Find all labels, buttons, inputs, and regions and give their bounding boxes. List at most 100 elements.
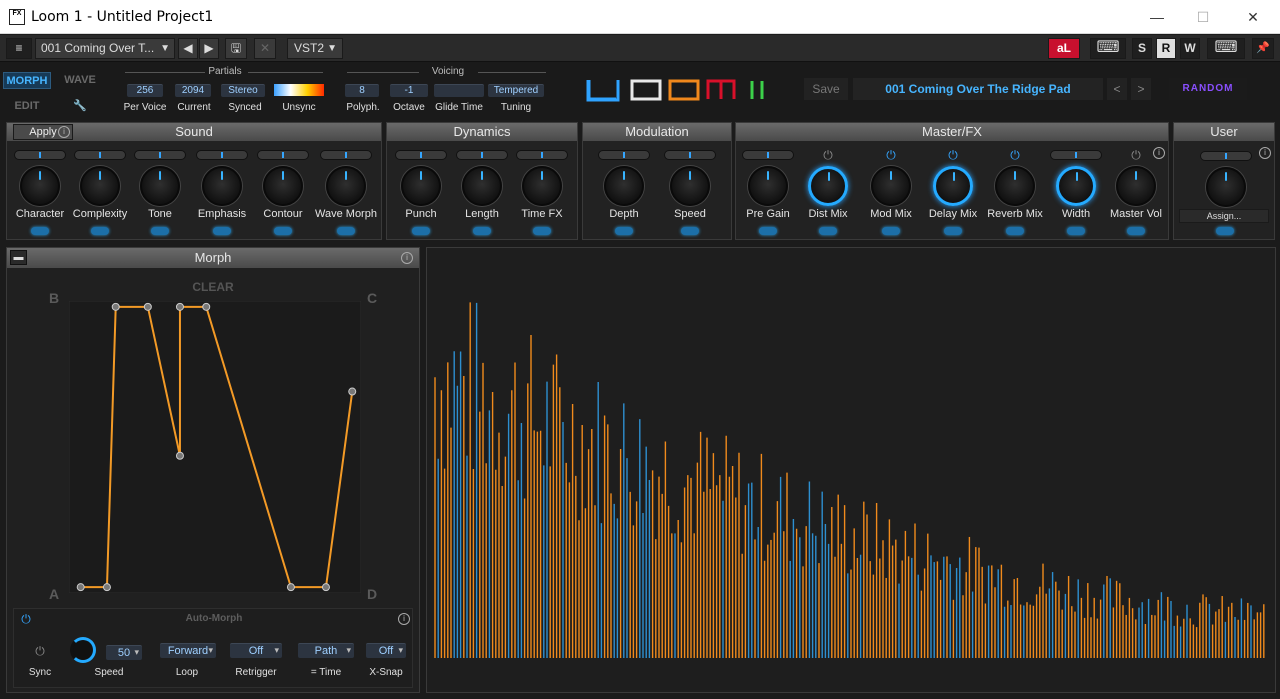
delay-mix-power-icon[interactable]: ⏻ <box>947 149 959 161</box>
dist-mix-knob[interactable] <box>808 166 848 206</box>
polyphony-field[interactable]: 8 <box>345 84 379 97</box>
reverb-mix-mod-led[interactable] <box>1006 227 1024 235</box>
format-select[interactable]: VST2 ▼ <box>287 38 343 59</box>
width-mod-led[interactable] <box>1067 227 1085 235</box>
complexity-slider[interactable] <box>74 150 126 160</box>
width-slider[interactable] <box>1050 150 1102 160</box>
loop-select[interactable]: Forward <box>160 643 216 658</box>
preset-name-display[interactable]: 001 Coming Over The Ridge Pad <box>852 77 1104 101</box>
close-button[interactable]: ✕ <box>1230 0 1276 34</box>
sync-power-icon[interactable]: ⏻ <box>34 645 46 657</box>
character-mod-led[interactable] <box>31 227 49 235</box>
clear-button[interactable]: CLEAR <box>7 280 419 294</box>
complexity-mod-led[interactable] <box>91 227 109 235</box>
complexity-knob[interactable] <box>80 166 120 206</box>
tone-mod-led[interactable] <box>151 227 169 235</box>
host-preset-select[interactable]: 001 Coming Over T... ▼ <box>35 38 175 59</box>
punch-slider[interactable] <box>395 150 447 160</box>
info-icon[interactable]: i <box>398 613 410 625</box>
morph-path-point[interactable] <box>348 387 357 396</box>
morph-path-point[interactable] <box>175 451 184 460</box>
morph-path-point[interactable] <box>76 583 85 592</box>
tuning-field[interactable]: Tempered <box>488 84 544 97</box>
contour-knob[interactable] <box>263 166 303 206</box>
time-fx-slider[interactable] <box>516 150 568 160</box>
user-mod-led[interactable] <box>1216 227 1234 235</box>
info-icon[interactable]: i <box>401 252 413 264</box>
wave-morph-slider[interactable] <box>320 150 372 160</box>
dist-mix-mod-led[interactable] <box>819 227 837 235</box>
speed-knob[interactable] <box>670 166 710 206</box>
info-icon[interactable]: i <box>1153 147 1165 159</box>
master-vol-mod-led[interactable] <box>1127 227 1145 235</box>
glide-time-field[interactable] <box>434 84 484 97</box>
depth-mod-led[interactable] <box>615 227 633 235</box>
width-knob[interactable] <box>1056 166 1096 206</box>
assign-button[interactable]: Assign... <box>1179 209 1269 223</box>
pin-icon[interactable]: 📌 <box>1252 38 1274 59</box>
morph-path-point[interactable] <box>202 302 211 311</box>
morph-path-point[interactable] <box>111 302 120 311</box>
current-field[interactable]: 2094 <box>175 84 211 97</box>
pre-gain-knob[interactable] <box>748 166 788 206</box>
contour-mod-led[interactable] <box>274 227 292 235</box>
al-badge[interactable]: aL <box>1048 38 1080 59</box>
solo-button[interactable]: S <box>1132 38 1152 59</box>
delay-mix-knob[interactable] <box>933 166 973 206</box>
minimize-button[interactable]: — <box>1134 0 1180 34</box>
mod-mix-knob[interactable] <box>871 166 911 206</box>
delay-mix-mod-led[interactable] <box>944 227 962 235</box>
depth-slider[interactable] <box>598 150 650 160</box>
mod-mix-power-icon[interactable]: ⏻ <box>885 149 897 161</box>
octave-field[interactable]: -1 <box>390 84 428 97</box>
character-slider[interactable] <box>14 150 66 160</box>
tone-knob[interactable] <box>140 166 180 206</box>
save-icon[interactable]: 🖫 <box>225 38 247 59</box>
keyboard-icon[interactable]: ⌨ <box>1207 38 1245 59</box>
reverb-mix-power-icon[interactable]: ⏻ <box>1009 149 1021 161</box>
tab-morph[interactable]: MORPH <box>3 72 51 89</box>
maximize-button[interactable]: ☐ <box>1180 0 1226 34</box>
wave-morph-mod-led[interactable] <box>337 227 355 235</box>
keyboard-icon[interactable]: ⌨ <box>1090 38 1126 59</box>
master-vol-knob[interactable] <box>1116 166 1156 206</box>
mod-mix-mod-led[interactable] <box>882 227 900 235</box>
unsync-gradient[interactable] <box>274 84 324 96</box>
retrigger-select[interactable]: Off <box>230 643 282 658</box>
host-prev-button[interactable]: ◀ <box>178 38 198 59</box>
tab-edit[interactable]: EDIT <box>3 98 51 115</box>
emphasis-slider[interactable] <box>196 150 248 160</box>
pre-gain-slider[interactable] <box>742 150 794 160</box>
pre-gain-mod-led[interactable] <box>759 227 777 235</box>
punch-mod-led[interactable] <box>412 227 430 235</box>
close-icon[interactable]: ✕ <box>254 38 276 59</box>
host-menu-button[interactable]: ≡ <box>6 38 32 59</box>
emphasis-knob[interactable] <box>202 166 242 206</box>
preset-prev-button[interactable]: < <box>1106 77 1128 101</box>
write-button[interactable]: W <box>1180 38 1200 59</box>
speed-field[interactable]: 50 <box>106 645 142 660</box>
per-voice-field[interactable]: 256 <box>127 84 163 97</box>
xsnap-select[interactable]: Off <box>366 643 406 658</box>
morph-path-point[interactable] <box>175 302 184 311</box>
length-knob[interactable] <box>462 166 502 206</box>
tone-slider[interactable] <box>134 150 186 160</box>
time-fx-knob[interactable] <box>522 166 562 206</box>
synced-field[interactable]: Stereo <box>221 84 265 97</box>
preset-next-button[interactable]: > <box>1130 77 1152 101</box>
time-select[interactable]: Path <box>298 643 354 658</box>
tab-wave[interactable]: WAVE <box>57 72 103 89</box>
wrench-icon[interactable]: 🔧 <box>57 98 103 115</box>
reverb-mix-knob[interactable] <box>995 166 1035 206</box>
user-knob[interactable] <box>1206 167 1246 207</box>
emphasis-mod-led[interactable] <box>213 227 231 235</box>
speed-knob[interactable] <box>70 637 96 663</box>
morph-path-point[interactable] <box>321 583 330 592</box>
morph-path-point[interactable] <box>143 302 152 311</box>
save-preset-button[interactable]: Save <box>803 77 849 101</box>
time-fx-mod-led[interactable] <box>533 227 551 235</box>
morph-path-point[interactable] <box>286 583 295 592</box>
punch-knob[interactable] <box>401 166 441 206</box>
morph-pad[interactable] <box>69 301 361 593</box>
info-icon[interactable]: i <box>1259 147 1271 159</box>
